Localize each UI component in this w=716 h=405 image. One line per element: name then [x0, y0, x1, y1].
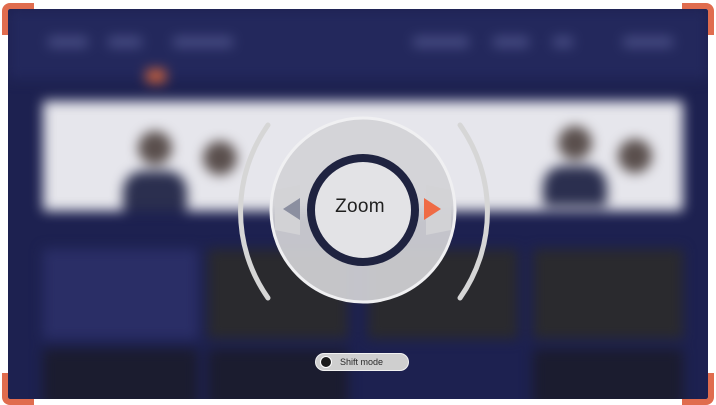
outer-arc-right [457, 122, 490, 301]
zoom-label: Zoom [335, 196, 385, 217]
shift-mode-label: Shift mode [340, 357, 384, 367]
remote-button-icon [320, 356, 332, 368]
shift-mode-button[interactable]: Shift mode [315, 353, 409, 371]
outer-arc-left [238, 122, 271, 301]
